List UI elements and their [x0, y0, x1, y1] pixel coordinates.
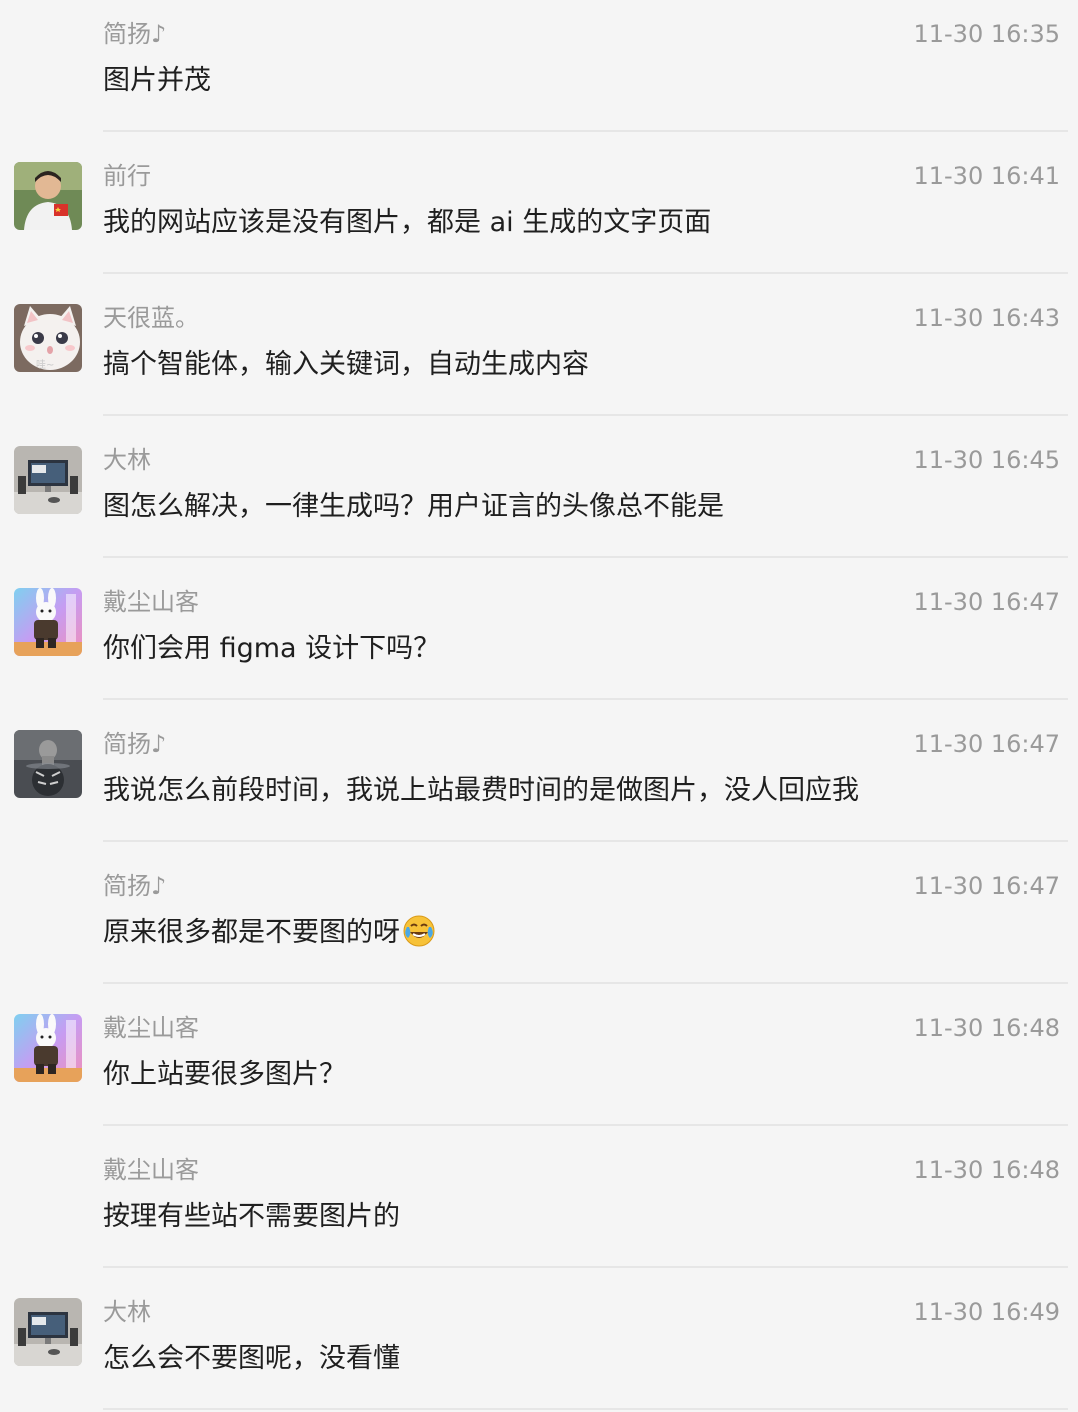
divider — [103, 698, 1068, 700]
desk-photo-icon — [14, 1298, 82, 1366]
divider — [103, 130, 1068, 132]
message-time: 11-30 16:45 — [913, 446, 1060, 474]
divider — [103, 1408, 1068, 1410]
message-text: 怎么会不要图呢，没看懂 — [103, 1343, 400, 1374]
sender-name[interactable]: 天很蓝。 — [103, 302, 199, 334]
person-photo-icon — [14, 162, 82, 230]
rabbit-illustration-icon — [14, 1014, 82, 1082]
message-item: 前行 11-30 16:41 我的网站应该是没有图片，都是 ai 生成的文字页面 — [0, 142, 1078, 284]
message-time: 11-30 16:47 — [913, 872, 1060, 900]
message-text: 我的网站应该是没有图片，都是 ai 生成的文字页面 — [103, 207, 712, 238]
avatar-caption: 哇~ — [36, 358, 54, 371]
sender-name[interactable]: 简扬♪ — [103, 18, 166, 50]
divider — [103, 1124, 1068, 1126]
divider — [103, 272, 1068, 274]
divider — [103, 982, 1068, 984]
message-item: 简扬♪ 11-30 16:47 我说怎么前段时间，我说上站最费时间的是做图片，没… — [0, 710, 1078, 852]
avatar[interactable] — [14, 446, 82, 514]
message-text: 图片并茂 — [103, 65, 211, 96]
avatar[interactable] — [14, 730, 82, 798]
message-time: 11-30 16:35 — [913, 20, 1060, 48]
message-text: 按理有些站不需要图片的 — [103, 1201, 400, 1232]
sender-name[interactable]: 简扬♪ — [103, 728, 166, 760]
sender-name[interactable]: 大林 — [103, 444, 151, 476]
message-text: 原来很多都是不要图的呀 — [103, 914, 436, 959]
message-item: 大林 11-30 16:45 图怎么解决，一律生成吗？用户证言的头像总不能是 — [0, 426, 1078, 568]
sender-name[interactable]: 简扬♪ — [103, 870, 166, 902]
rabbit-illustration-icon — [14, 588, 82, 656]
message-time: 11-30 16:41 — [913, 162, 1060, 190]
chat-message-list[interactable]: 简扬♪ 11-30 16:35 图片并茂 前行 11-30 16:41 我的网站… — [0, 0, 1078, 1412]
avatar[interactable] — [14, 1014, 82, 1082]
message-time: 11-30 16:43 — [913, 304, 1060, 332]
sender-name[interactable]: 前行 — [103, 160, 151, 192]
sender-name[interactable]: 戴尘山客 — [103, 1154, 199, 1186]
message-text: 图怎么解决，一律生成吗？用户证言的头像总不能是 — [103, 491, 724, 522]
message-item: 戴尘山客 11-30 16:48 你上站要很多图片？ — [0, 994, 1078, 1136]
desk-photo-icon — [14, 446, 82, 514]
message-time: 11-30 16:47 — [913, 588, 1060, 616]
message-text: 我说怎么前段时间，我说上站最费时间的是做图片，没人回应我 — [103, 775, 859, 806]
divider — [103, 414, 1068, 416]
crying-laughing-emoji-icon — [402, 914, 436, 959]
message-item: 戴尘山客 11-30 16:48 按理有些站不需要图片的 — [0, 1136, 1078, 1278]
avatar[interactable] — [14, 588, 82, 656]
sender-name[interactable]: 大林 — [103, 1296, 151, 1328]
message-item: 戴尘山客 11-30 16:47 你们会用 figma 设计下吗？ — [0, 568, 1078, 710]
message-item: 大林 11-30 16:49 怎么会不要图呢，没看懂 — [0, 1278, 1078, 1412]
avatar[interactable]: 哇~ — [14, 304, 82, 372]
message-text: 你上站要很多图片？ — [103, 1059, 346, 1090]
message-item: 哇~ 天很蓝。 11-30 16:43 搞个智能体，输入关键词，自动生成内容 — [0, 284, 1078, 426]
message-time: 11-30 16:48 — [913, 1156, 1060, 1184]
message-time: 11-30 16:49 — [913, 1298, 1060, 1326]
message-text-content: 原来很多都是不要图的呀 — [103, 917, 400, 948]
cat-photo-icon: 哇~ — [14, 304, 82, 372]
sender-name[interactable]: 戴尘山客 — [103, 586, 199, 618]
divider — [103, 556, 1068, 558]
sender-name[interactable]: 戴尘山客 — [103, 1012, 199, 1044]
message-time: 11-30 16:48 — [913, 1014, 1060, 1042]
avatar[interactable] — [14, 162, 82, 230]
message-text: 搞个智能体，输入关键词，自动生成内容 — [103, 349, 589, 380]
avatar[interactable] — [14, 1298, 82, 1366]
tiger-reflection-icon — [14, 730, 82, 798]
message-text: 你们会用 figma 设计下吗？ — [103, 633, 441, 664]
message-item: 简扬♪ 11-30 16:47 原来很多都是不要图的呀 — [0, 852, 1078, 994]
message-item: 简扬♪ 11-30 16:35 图片并茂 — [0, 0, 1078, 142]
divider — [103, 840, 1068, 842]
message-time: 11-30 16:47 — [913, 730, 1060, 758]
divider — [103, 1266, 1068, 1268]
